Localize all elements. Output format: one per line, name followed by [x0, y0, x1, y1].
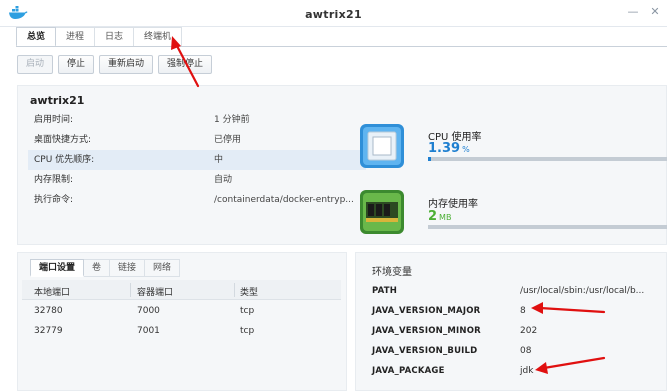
- memory-usage-label: 内存使用率: [428, 199, 478, 210]
- info-key: 启用时间:: [34, 115, 74, 125]
- info-key: CPU 优先顺序:: [34, 155, 95, 165]
- stop-button[interactable]: 停止: [58, 55, 95, 74]
- info-row-cpu-priority[interactable]: CPU 优先顺序: 中: [28, 150, 366, 170]
- force-stop-button[interactable]: 强制停止: [158, 55, 213, 74]
- env-key: JAVA_VERSION_MINOR: [372, 326, 481, 336]
- subtab-volume[interactable]: 卷: [84, 259, 111, 277]
- cpu-usage-bar: [428, 157, 667, 161]
- summary-panel: awtrix21 启用时间: 1 分钟前 桌面快捷方式: 已停用 CPU 优先顺…: [17, 85, 667, 245]
- memory-usage-bar: [428, 225, 667, 229]
- title-bar: awtrix21 — ✕: [0, 0, 667, 27]
- env-key: JAVA_PACKAGE: [372, 366, 445, 376]
- info-value: 自动: [214, 175, 233, 185]
- memory-module-icon: [360, 190, 404, 234]
- column-header-local-port[interactable]: 本地端口: [34, 285, 70, 298]
- env-value: jdk: [520, 366, 534, 376]
- info-value: 已停用: [214, 135, 242, 145]
- env-key: JAVA_VERSION_MAJOR: [372, 306, 481, 316]
- info-row-uptime: 启用时间: 1 分钟前: [28, 110, 366, 130]
- memory-usage-value: 2 MB: [428, 209, 452, 224]
- container-name: awtrix21: [30, 94, 85, 107]
- environment-title: 环境变量: [372, 267, 412, 278]
- env-key: JAVA_VERSION_BUILD: [372, 346, 478, 356]
- subtab-network[interactable]: 网络: [145, 259, 181, 277]
- subtab-port-settings[interactable]: 端口设置: [30, 259, 85, 277]
- local-port-cell: 32779: [34, 326, 63, 336]
- ports-table-header: 本地端口 容器端口 类型: [22, 280, 341, 300]
- detail-subtabs: 端口设置 卷 链接 网络: [30, 259, 181, 277]
- toolbar: 启动 停止 重新启动 强制停止: [17, 55, 213, 74]
- env-value: 202: [520, 326, 538, 336]
- minimize-icon[interactable]: —: [626, 5, 640, 19]
- restart-button[interactable]: 重新启动: [99, 55, 154, 74]
- info-value: /containerdata/docker-entryp...: [214, 195, 354, 205]
- env-value: /usr/local/sbin:/usr/local/b...: [520, 286, 645, 296]
- tab-process[interactable]: 进程: [56, 27, 96, 47]
- container-port-cell: 7001: [137, 326, 160, 336]
- column-divider[interactable]: [130, 283, 131, 297]
- info-row-command: 执行命令: /containerdata/docker-entryp...: [28, 190, 366, 210]
- main-tabs: 总览 进程 日志 终端机: [16, 27, 183, 47]
- env-value: 8: [520, 306, 526, 316]
- type-cell: tcp: [240, 306, 255, 316]
- info-row-shortcut: 桌面快捷方式: 已停用: [28, 130, 366, 150]
- local-port-cell: 32780: [34, 306, 63, 316]
- start-button[interactable]: 启动: [17, 55, 54, 74]
- info-key: 内存限制:: [34, 175, 74, 185]
- env-key: PATH: [372, 286, 398, 296]
- env-value: 08: [520, 346, 532, 356]
- cpu-usage-bar-fill: [428, 157, 432, 161]
- container-port-cell: 7000: [137, 306, 160, 316]
- cpu-usage-value: 1.39%: [428, 141, 470, 156]
- info-row-memory-limit: 内存限制: 自动: [28, 170, 366, 190]
- type-cell: tcp: [240, 326, 255, 336]
- tab-terminal[interactable]: 终端机: [134, 27, 183, 47]
- tabs-divider: [16, 46, 667, 47]
- window-title: awtrix21: [305, 8, 362, 21]
- table-row[interactable]: 32779 7001 tcp: [22, 322, 341, 342]
- close-icon[interactable]: ✕: [648, 5, 662, 19]
- subtab-links[interactable]: 链接: [110, 259, 146, 277]
- column-divider[interactable]: [234, 283, 235, 297]
- cpu-chip-icon: [360, 124, 404, 168]
- info-key: 执行命令:: [34, 195, 74, 205]
- info-key: 桌面快捷方式:: [34, 135, 92, 145]
- info-value: 中: [214, 155, 224, 165]
- column-header-container-port[interactable]: 容器端口: [137, 285, 173, 298]
- table-row[interactable]: 32780 7000 tcp: [22, 302, 341, 322]
- info-value: 1 分钟前: [214, 115, 250, 125]
- tab-overview[interactable]: 总览: [16, 27, 57, 47]
- tab-log[interactable]: 日志: [95, 27, 135, 47]
- column-header-type[interactable]: 类型: [240, 285, 258, 298]
